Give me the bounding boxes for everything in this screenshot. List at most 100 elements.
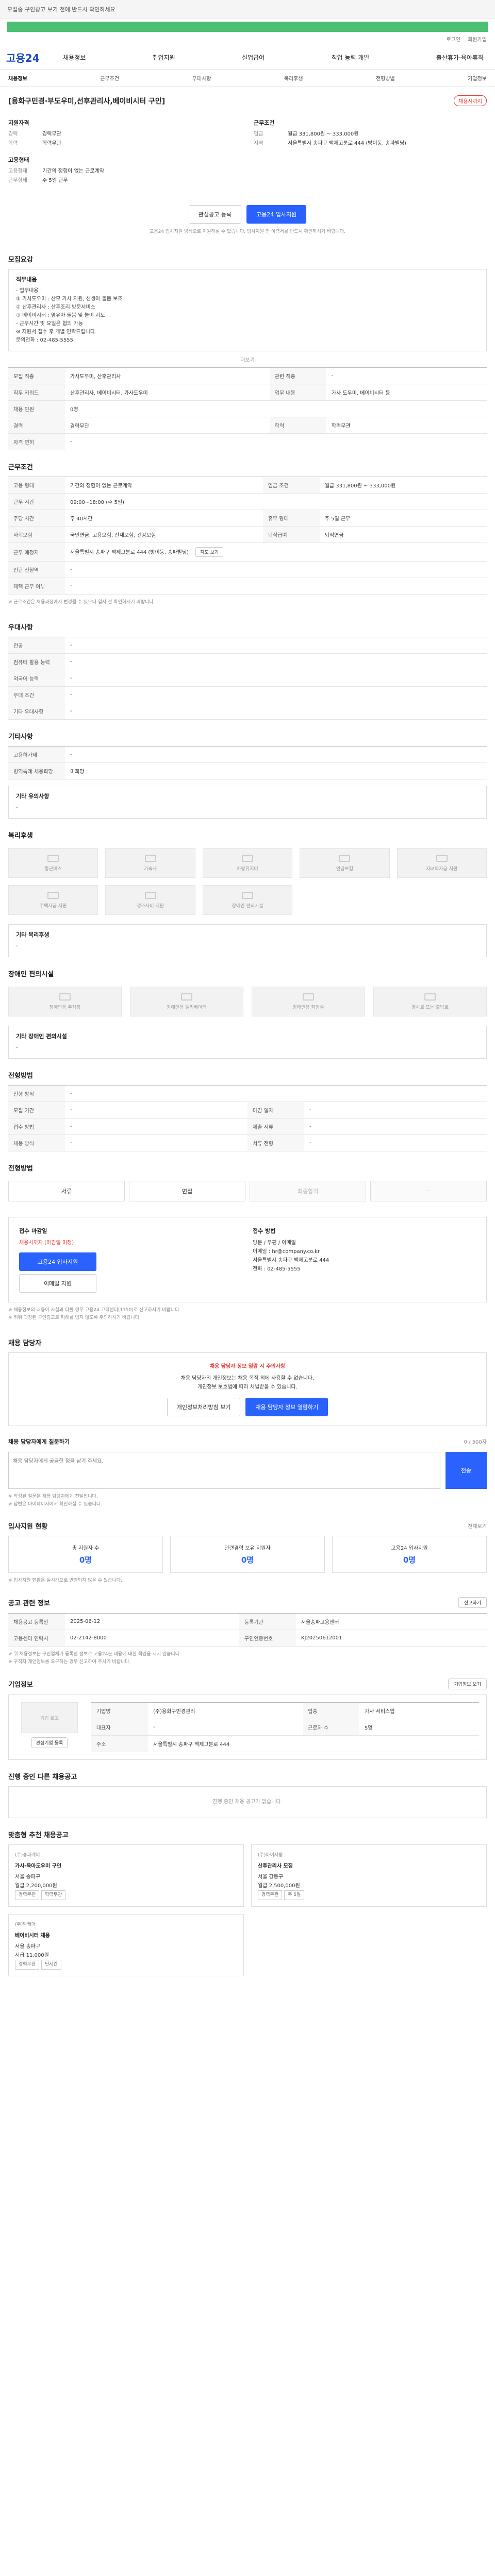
parking-icon xyxy=(59,993,71,1001)
table-row: 우대 조건 - xyxy=(8,686,487,703)
process-steps: 서류 면접 최종합격 - xyxy=(8,1178,487,1205)
etc-table: 고용허가제 - 병역특례 채용희망 미희망 xyxy=(8,746,487,779)
tab-welfare[interactable]: 복리후생 xyxy=(284,74,303,82)
apply-online-button[interactable]: 고용24 입사지원 xyxy=(19,1252,96,1271)
table-row: 채용 방식 - 서류 전형 - xyxy=(8,1134,487,1151)
conditions-title: 근무조건 xyxy=(8,464,33,471)
method-line: 전화 : 02-485-5555 xyxy=(253,1266,301,1272)
menu-item[interactable]: 직업 능력 개발 xyxy=(332,53,370,62)
place-value: 서울특별시 송파구 백제고분로 444 (방이동, 송파빌딩) xyxy=(288,141,406,146)
send-button[interactable]: 전송 xyxy=(446,1452,487,1489)
stats-more-link[interactable]: 전체보기 xyxy=(468,1522,487,1530)
apply-notice: 고용24 입사지원 방식으로 지원하실 수 있습니다. 입사지원 전 이력서를 … xyxy=(150,229,345,234)
report-button[interactable]: 신고하기 xyxy=(458,1597,487,1608)
apply-button[interactable]: 고용24 입사지원 xyxy=(246,205,307,224)
job-summary: [용화구민경·부도우미,선후관리사,베이비시터 구인] 채용시까지 지원자격 경… xyxy=(0,87,495,243)
tab-process[interactable]: 전형방법 xyxy=(376,74,395,82)
inquiry-section: 채용 담당자에게 질문하기 0 / 500자 전송 ※ 작성된 질문은 채용 담… xyxy=(0,1426,495,1513)
scrap-button[interactable]: 관심공고 등록 xyxy=(188,205,241,224)
type-title: 고용형태 xyxy=(8,157,29,163)
edu-value: 학력무관 xyxy=(42,141,61,146)
recommend-card[interactable]: (주)송파케어 가사·육아도우미 구인 서울 송파구 월급 2,200,000원… xyxy=(8,1844,244,1907)
welfare-detail-box: 기타 복리후생 - xyxy=(8,924,487,957)
facility-section: 장애인 편의시설 장애인용 주차장 장애인용 엘리베이터 장애인용 화장실 경사… xyxy=(0,957,495,1059)
ramp-icon xyxy=(424,993,436,1001)
like-company-button[interactable]: 관심기업 등록 xyxy=(31,1737,68,1748)
more-link[interactable]: 더보기 xyxy=(8,351,487,367)
elevator-icon xyxy=(181,993,192,1001)
table-row: 근무 시간 09:00~18:00 (주 5일) xyxy=(8,493,487,510)
tab-recruit[interactable]: 채용정보 xyxy=(8,74,27,82)
desc-line: ※ 지원서 접수 후 개별 연락드립니다. xyxy=(16,329,97,335)
table-row: 주소 서울특별시 송파구 백제고분로 444 xyxy=(91,1735,479,1752)
policy-button[interactable]: 개인정보처리방침 보기 xyxy=(167,1398,241,1416)
manager-section: 채용 담당자 채용 담당자 정보 열람 시 주의사항 채용 담당자의 개인정보는… xyxy=(0,1326,495,1426)
inquiry-limit: 0 / 500자 xyxy=(464,1439,487,1445)
table-row: 근무 예정지 서울특별시 송파구 백제고분로 444 (방이동, 송파빌딩) 지도… xyxy=(8,543,487,562)
site-logo[interactable]: 고용24 xyxy=(6,50,63,65)
menu-item[interactable]: 출산휴가·육아휴직 xyxy=(436,53,484,62)
table-row: 전공 - xyxy=(8,637,487,654)
apply-notes: ※ 채용정보의 내용이 사실과 다를 경우 고용24 고객센터(1350)로 신… xyxy=(8,1308,181,1320)
related-title: 진행 중인 다른 채용공고 xyxy=(8,1773,77,1781)
school-icon xyxy=(436,854,448,862)
facility-tile: 장애인용 엘리베이터 xyxy=(130,987,243,1016)
welfare-tile: 자녀학자금 지원 xyxy=(397,848,487,878)
table-row: 사회보험 국민연금, 고용보험, 산재보험, 건강보험 퇴직급여 퇴직연금 xyxy=(8,526,487,543)
method-line: 방문 / 우편 / 이메일 xyxy=(253,1240,296,1246)
recommend-card[interactable]: (주)맘케어 베이비시터 채용 서울 송파구 시급 11,000원 경력무관 단시… xyxy=(8,1914,244,1976)
manager-box: 채용 담당자 정보 열람 시 주의사항 채용 담당자의 개인정보는 채용 목적 … xyxy=(8,1352,487,1426)
table-row: 외국어 능력 - xyxy=(8,670,487,687)
apply-email-button[interactable]: 이메일 지원 xyxy=(19,1274,96,1293)
wheelchair-icon xyxy=(241,891,253,899)
info-title: 공고 관련 정보 xyxy=(8,1600,50,1607)
table-row: 병역특례 채용희망 미희망 xyxy=(8,762,487,779)
hours-value: 주 5일 근무 xyxy=(42,178,68,183)
desc-title: 직무내용 xyxy=(16,276,37,283)
manager-title: 채용 담당자 xyxy=(8,1340,42,1347)
table-row: 대표자 - 근로자 수 5명 xyxy=(91,1719,479,1736)
stats-note: ※ 입사지원 현황은 실시간으로 반영되지 않을 수 있습니다. xyxy=(8,1578,122,1583)
menu-item[interactable]: 취업지원 xyxy=(153,53,175,62)
tab-pref[interactable]: 우대사항 xyxy=(192,74,211,82)
related-section: 진행 중인 다른 채용공고 진행 중인 채용 공고가 없습니다. xyxy=(0,1760,495,1818)
company-info-button[interactable]: 기업정보 보기 xyxy=(448,1679,487,1689)
apply-box: 접수 마감일 채용시까지 (마감일 미정) 고용24 입사지원 이메일 지원 접… xyxy=(8,1217,487,1302)
pension-icon xyxy=(339,854,351,862)
company-section: 기업정보 기업정보 보기 기업 로고 관심기업 등록 기업명 (주)용화구민경관리… xyxy=(0,1670,495,1760)
toilet-icon xyxy=(303,993,314,1001)
menu-item[interactable]: 채용정보 xyxy=(63,53,86,62)
company-logo: 기업 로고 xyxy=(21,1702,78,1733)
recruit-section: 모집요강 직무내용 - 업무내용 : ① 가사도우미 : 산모 가사 지원, 신… xyxy=(0,243,495,450)
join-link[interactable]: 회원가입 xyxy=(468,35,487,43)
recommend-card[interactable]: (주)아이사랑 산후관리사 모집 서울 강동구 월급 2,500,000원 경력… xyxy=(251,1844,487,1907)
desc-line: 문의전화 : 02-485-5555 xyxy=(16,337,74,343)
tab-company[interactable]: 기업정보 xyxy=(468,74,487,82)
welfare-detail-value: - xyxy=(16,943,18,949)
table-row: 자격 면허 - xyxy=(8,433,487,450)
table-row: 인근 전철역 - xyxy=(8,561,487,578)
map-button[interactable]: 지도 보기 xyxy=(195,547,224,557)
welfare-tiles: 통근버스 기숙사 차량유지비 연금보험 자녀학자금 지원 주택자금 지원 경조사… xyxy=(8,845,487,918)
job-desc-box: 직무내용 - 업무내용 : ① 가사도우미 : 산모 가사 지원, 신생아 돌봄… xyxy=(8,269,487,351)
etc-section: 기타사항 고용허가제 - 병역특례 채용희망 미희망 기타 유의사항 - xyxy=(0,720,495,819)
method-line: 서울특별시 송파구 백제고분로 444 xyxy=(253,1258,329,1263)
status-badge: 채용시까지 xyxy=(454,95,487,106)
deadline-title: 접수 마감일 xyxy=(19,1228,47,1234)
conditions-section: 근무조건 고용 형태 기간의 정함이 없는 근로계약 임금 조건 월급 331,800… xyxy=(0,450,495,611)
util-links: 로그인 회원가입 xyxy=(0,32,495,46)
etc-title: 기타사항 xyxy=(8,733,33,741)
hours-key: 근무형태 xyxy=(8,178,27,183)
view-manager-button[interactable]: 채용 담당자 정보 열람하기 xyxy=(245,1398,328,1416)
process-table: 전형 방식 - 모집 기간 - 마감 일자 - 접수 방법 - 제출 서류 - 채용 방식 - 서… xyxy=(8,1085,487,1151)
login-link[interactable]: 로그인 xyxy=(447,35,461,43)
inquiry-input[interactable] xyxy=(8,1452,440,1489)
menu-item[interactable]: 실업급여 xyxy=(242,53,265,62)
inquiry-notes: ※ 작성된 질문은 채용 담당자에게 전달됩니다. ※ 답변은 마이페이지에서 … xyxy=(8,1494,103,1507)
pay-value: 월급 331,800원 ~ 333,000원 xyxy=(288,131,359,137)
facility-title: 장애인 편의시설 xyxy=(8,971,54,978)
process-step: 최종합격 xyxy=(250,1181,366,1201)
facility-tiles: 장애인용 주차장 장애인용 엘리베이터 장애인용 화장실 경사로 또는 출입로 xyxy=(8,984,487,1020)
desc-line: - 근무시간 및 요일은 협의 가능 xyxy=(16,321,83,327)
tab-conditions[interactable]: 근무조건 xyxy=(100,74,119,82)
